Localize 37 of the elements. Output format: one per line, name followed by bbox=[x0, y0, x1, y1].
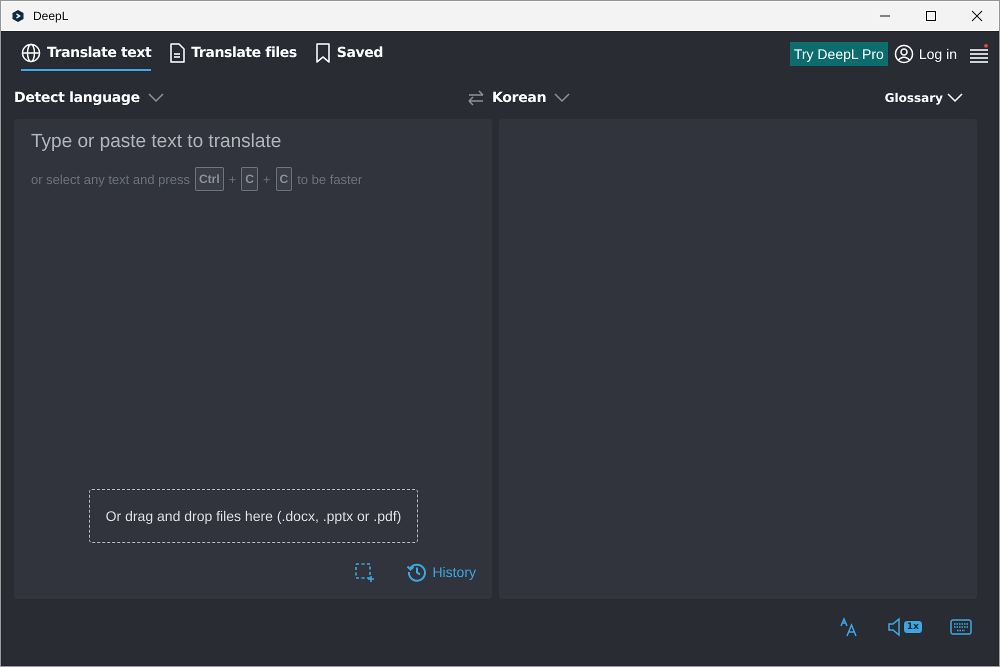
hint-text: to be faster bbox=[297, 172, 362, 186]
hint-text: or select any text and press bbox=[31, 172, 190, 186]
hint-text: + bbox=[228, 172, 236, 186]
app-logo-icon bbox=[11, 9, 25, 23]
try-pro-button[interactable]: Try DeepL Pro bbox=[790, 42, 888, 66]
keyboard-key: C bbox=[276, 167, 292, 191]
speaker-icon[interactable] bbox=[888, 617, 902, 637]
screen-capture-icon[interactable] bbox=[354, 562, 374, 582]
file-drop-zone[interactable]: Or drag and drop files here (.docx, .pptx or .pdf) bbox=[88, 489, 418, 543]
speed-badge[interactable]: 1x bbox=[904, 621, 922, 633]
chevron-down-icon bbox=[148, 93, 164, 103]
document-icon bbox=[169, 43, 186, 63]
window-title: DeepL bbox=[33, 9, 68, 23]
tab[interactable]: Translate text bbox=[21, 37, 152, 71]
keyboard-icon[interactable] bbox=[950, 619, 972, 635]
swap-icon[interactable] bbox=[466, 89, 486, 107]
hint-text: + bbox=[262, 172, 271, 186]
target-language-dropdown[interactable]: Korean bbox=[492, 90, 570, 106]
user-icon bbox=[894, 44, 914, 64]
glossary-dropdown[interactable]: Glossary bbox=[884, 91, 963, 105]
keyboard-key: C bbox=[241, 167, 258, 191]
source-text-panel[interactable]: Type or paste text to translate or select any text and press Ctrl + C + C to be faster Or drag and drop files here (.docx, .pptx or .pdf) History bbox=[14, 119, 492, 599]
menu-icon[interactable] bbox=[969, 44, 989, 64]
source-placeholder: Type or paste text to translate bbox=[31, 131, 282, 153]
maximize-icon[interactable] bbox=[925, 10, 937, 22]
tab[interactable]: Saved bbox=[314, 37, 383, 71]
close-icon[interactable] bbox=[971, 10, 983, 22]
login-button[interactable]: Log in bbox=[894, 44, 963, 64]
globe-icon bbox=[21, 43, 41, 63]
tab[interactable]: Translate files bbox=[169, 37, 297, 71]
chevron-down-icon bbox=[554, 93, 570, 103]
keyboard-key: Ctrl bbox=[194, 167, 224, 191]
source-language-dropdown[interactable]: Detect language bbox=[14, 90, 164, 106]
chevron-down-icon bbox=[947, 93, 963, 103]
history-icon bbox=[406, 561, 428, 583]
history-button[interactable]: History bbox=[406, 561, 476, 583]
bookmark-icon bbox=[314, 43, 331, 63]
